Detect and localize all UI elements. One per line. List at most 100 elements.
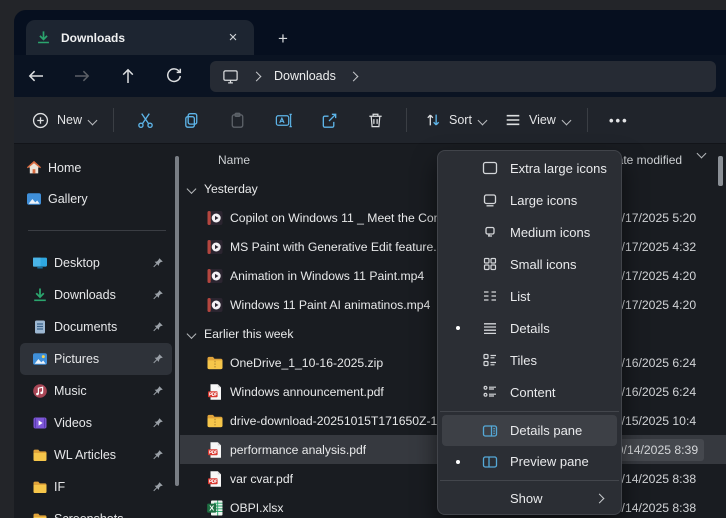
medium-icons-icon: [481, 223, 499, 241]
refresh-button[interactable]: [158, 61, 190, 91]
toolbar-divider: [113, 108, 114, 132]
back-button[interactable]: [20, 61, 52, 91]
list-icon: [481, 287, 499, 305]
sidebar-item-if[interactable]: IF: [20, 471, 172, 503]
sidebar-item-label: Home: [48, 161, 81, 175]
menu-item-label: Details pane: [510, 423, 582, 438]
menu-item-details[interactable]: Details: [442, 312, 617, 344]
trash-icon: [366, 111, 385, 130]
forward-button[interactable]: [66, 61, 98, 91]
sidebar-item-documents[interactable]: Documents: [20, 311, 172, 343]
breadcrumb-separator-icon[interactable]: [350, 67, 357, 85]
videos-icon: [32, 415, 48, 431]
delete-button[interactable]: [355, 103, 395, 137]
menu-item-label: Show: [510, 491, 543, 506]
ellipsis-icon: •••: [609, 113, 629, 128]
new-tab-button[interactable]: +: [268, 26, 298, 52]
see-more-button[interactable]: •••: [599, 103, 639, 137]
menu-item-label: List: [510, 289, 530, 304]
mp4-file-icon: [206, 238, 224, 256]
paste-button[interactable]: [217, 103, 257, 137]
menu-item-large-icons[interactable]: Large icons: [442, 184, 617, 216]
selected-bullet-icon: [456, 460, 460, 464]
menu-item-content[interactable]: Content: [442, 376, 617, 408]
pin-icon: [152, 321, 164, 333]
up-button[interactable]: [112, 61, 144, 91]
folder-icon: [32, 511, 48, 518]
share-button[interactable]: [309, 103, 349, 137]
tab-title: Downloads: [61, 31, 125, 45]
file-name: Windows 11 Paint AI animatinos.mp4: [230, 298, 430, 312]
mp4-file-icon: [206, 267, 224, 285]
navigation-bar: Downloads: [14, 55, 726, 97]
sidebar-item-downloads[interactable]: Downloads: [20, 279, 172, 311]
new-button[interactable]: New: [22, 103, 105, 137]
sidebar-item-label: Pictures: [54, 352, 99, 366]
sidebar-item-desktop[interactable]: Desktop: [20, 247, 172, 279]
tab-downloads[interactable]: Downloads ×: [26, 20, 254, 55]
rename-button[interactable]: [263, 103, 303, 137]
details-pane-icon: [481, 422, 499, 440]
sidebar-item-wl-articles[interactable]: WL Articles: [20, 439, 172, 471]
copy-button[interactable]: [171, 103, 211, 137]
file-name: OBPI.xlsx: [230, 501, 284, 515]
sidebar-scrollbar[interactable]: [175, 156, 179, 486]
menu-item-details-pane[interactable]: Details pane: [442, 415, 617, 446]
menu-item-label: Tiles: [510, 353, 537, 368]
plus-circle-icon: [31, 111, 50, 130]
mp4-file-icon: [206, 296, 224, 314]
column-header-name[interactable]: Name: [218, 153, 250, 167]
menu-item-show[interactable]: Show: [442, 484, 617, 512]
sidebar-item-music[interactable]: Music: [20, 375, 172, 407]
download-icon: [36, 30, 51, 45]
pdf-file-icon: [206, 383, 224, 401]
small-icons-icon: [481, 255, 499, 273]
sidebar-item-partial[interactable]: Screenshots: [20, 503, 172, 518]
cut-button[interactable]: [125, 103, 165, 137]
collapse-chevron-icon[interactable]: [187, 329, 197, 339]
documents-icon: [32, 319, 48, 335]
large-icons-icon: [481, 191, 499, 209]
selected-bullet-icon: [456, 326, 460, 330]
menu-item-tiles[interactable]: Tiles: [442, 344, 617, 376]
file-list-scrollbar[interactable]: [718, 156, 723, 186]
new-button-label: New: [57, 113, 82, 127]
sidebar-item-label: WL Articles: [54, 448, 116, 462]
file-name: Copilot on Windows 11 _ Meet the Compu: [230, 211, 457, 225]
address-bar[interactable]: Downloads: [210, 61, 716, 92]
sort-button[interactable]: Sort: [415, 103, 495, 137]
tab-close-icon[interactable]: ×: [222, 27, 244, 49]
view-button[interactable]: View: [495, 103, 579, 137]
sort-direction-icon: [698, 146, 705, 160]
menu-item-small-icons[interactable]: Small icons: [442, 248, 617, 280]
sidebar-item-videos[interactable]: Videos: [20, 407, 172, 439]
view-lines-icon: [504, 111, 522, 129]
navigation-pane: Home Gallery Desktop Downloads: [14, 144, 180, 518]
menu-item-list[interactable]: List: [442, 280, 617, 312]
collapse-chevron-icon[interactable]: [187, 184, 197, 194]
breadcrumb-location[interactable]: Downloads: [274, 69, 336, 83]
desktop-icon: [32, 255, 48, 271]
this-pc-monitor-icon[interactable]: [222, 68, 239, 85]
pdf-file-icon: [206, 470, 224, 488]
chevron-down-icon: [561, 115, 571, 125]
sidebar-item-pictures[interactable]: Pictures: [20, 343, 172, 375]
sidebar-item-label: IF: [54, 480, 65, 494]
sidebar-item-label: Screenshots: [54, 512, 123, 518]
rename-icon: [274, 111, 293, 130]
menu-item-medium-icons[interactable]: Medium icons: [442, 216, 617, 248]
menu-item-preview-pane[interactable]: Preview pane: [442, 446, 617, 477]
pin-icon: [152, 449, 164, 461]
menu-item-label: Extra large icons: [510, 161, 607, 176]
sidebar-item-gallery[interactable]: Gallery: [20, 183, 172, 214]
menu-item-extra-large-icons[interactable]: Extra large icons: [442, 152, 617, 184]
sort-button-label: Sort: [449, 113, 472, 127]
pin-icon: [152, 257, 164, 269]
zip-file-icon: [206, 412, 224, 430]
sidebar-item-label: Desktop: [54, 256, 100, 270]
file-name: drive-download-20251015T171650Z-1-001.: [230, 414, 465, 428]
menu-item-label: Preview pane: [510, 454, 589, 469]
group-label: Yesterday: [204, 182, 258, 196]
sidebar-item-home[interactable]: Home: [20, 152, 172, 183]
menu-item-label: Large icons: [510, 193, 577, 208]
